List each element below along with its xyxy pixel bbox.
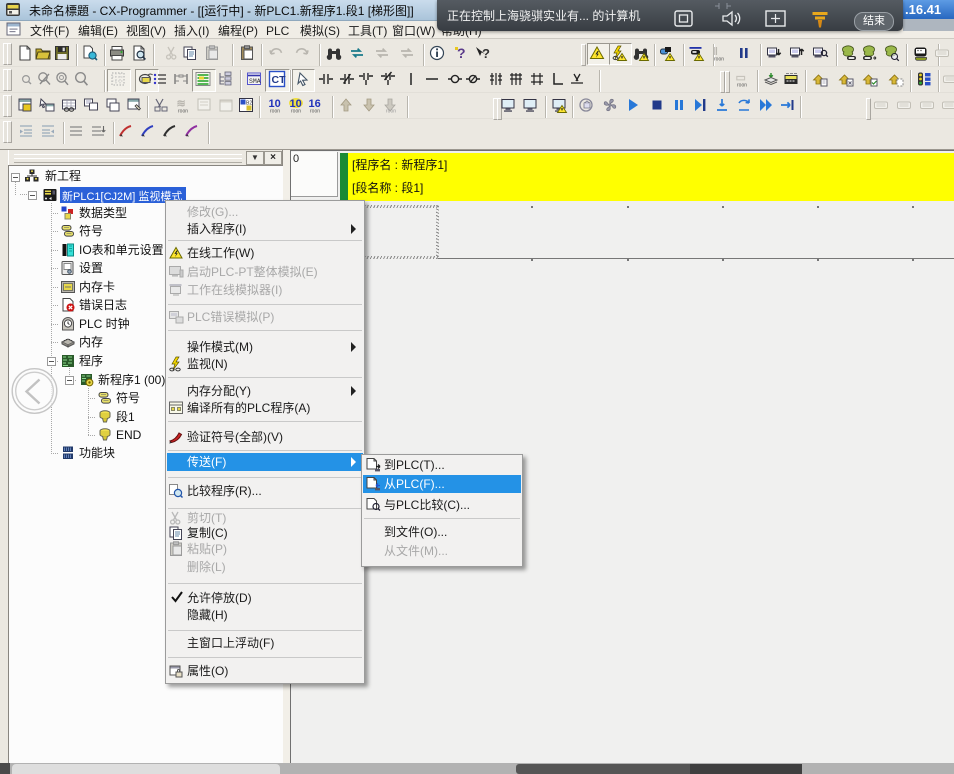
svg-text:roon: roon [714, 57, 724, 63]
svg-text:roon: roon [310, 109, 320, 115]
svg-text:B2: B2 [246, 101, 252, 107]
svg-text:roon: roon [386, 109, 396, 115]
svg-text:roon: roon [737, 83, 747, 89]
svg-text:CT: CT [272, 74, 287, 86]
svg-text:?: ? [482, 46, 490, 61]
svg-text:roon: roon [291, 109, 301, 115]
svg-text:roon: roon [178, 109, 188, 115]
svg-text:roon: roon [270, 109, 280, 115]
svg-text:?: ? [457, 45, 466, 61]
svg-text:SMA: SMA [249, 78, 261, 85]
